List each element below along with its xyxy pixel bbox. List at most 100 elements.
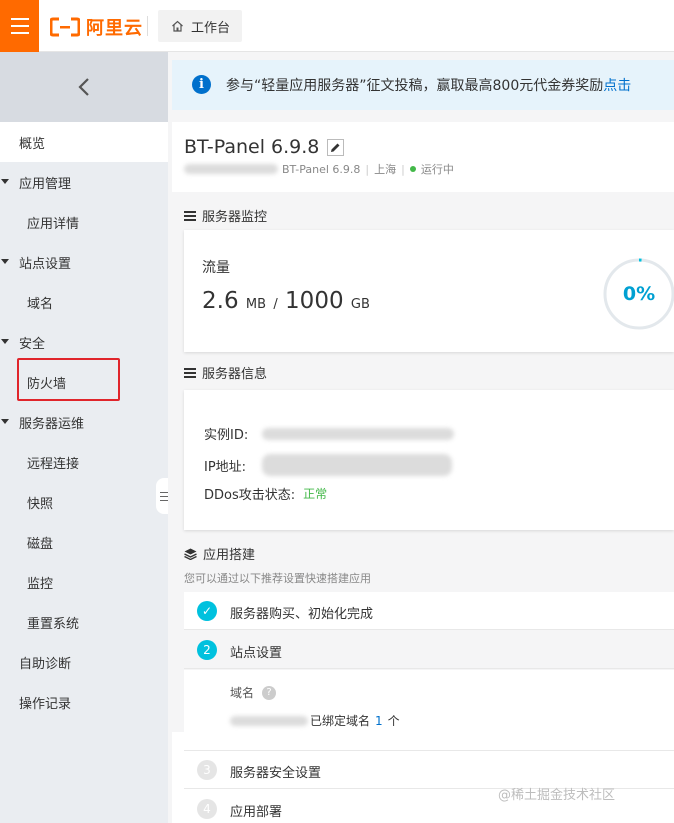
sidebar-item-label: 域名 <box>27 296 54 312</box>
sidebar-item-snapshot[interactable]: 快照 <box>0 482 168 522</box>
sidebar-item-label: 监控 <box>27 576 54 592</box>
sidebar-item-label: 安全 <box>19 336 46 352</box>
sidebar-item-label: 站点设置 <box>19 256 72 272</box>
sidebar-item-firewall[interactable]: 防火墙 <box>0 362 168 402</box>
ddos-row: DDos攻击状态: 正常 <box>204 484 327 503</box>
sidebar-group-site-settings[interactable]: 站点设置 <box>0 242 168 282</box>
sidebar-item-app-details[interactable]: 应用详情 <box>0 202 168 242</box>
running-status-dot-icon <box>409 166 416 172</box>
traffic-label: 流量 <box>202 260 230 276</box>
sidebar-back-button[interactable] <box>0 52 168 122</box>
traffic-separator: / <box>273 297 278 312</box>
promo-notice-banner: i 参与“轻量应用服务器”征文投稿，赢取最高800元代金券奖励点击 <box>172 60 674 110</box>
app-build-section-title: 应用搭建 <box>184 544 255 563</box>
traffic-total: 1000 <box>285 288 344 314</box>
instance-title-row: BT-Panel 6.9.8 <box>184 136 345 158</box>
aliyun-logo[interactable]: 阿里云 <box>50 14 143 40</box>
sidebar-item-reset-system[interactable]: 重置系统 <box>0 602 168 642</box>
usage-percent: 0% <box>623 283 655 305</box>
sidebar-item-overview[interactable]: 概览 <box>0 122 168 162</box>
sidebar-item-label: 应用管理 <box>19 176 72 192</box>
step-label: 应用部署 <box>230 805 283 820</box>
monitor-section-title: 服务器监控 <box>184 206 267 225</box>
traffic-used: 2.6 <box>202 288 239 314</box>
caret-down-icon <box>1 259 9 264</box>
step-label: 服务器购买、初始化完成 <box>230 607 374 622</box>
sidebar-item-disk[interactable]: 磁盘 <box>0 522 168 562</box>
caret-down-icon <box>1 179 9 184</box>
instance-title: BT-Panel 6.9.8 <box>184 136 320 158</box>
sidebar-group-security[interactable]: 安全 <box>0 322 168 362</box>
bound-domain-count[interactable]: 1 <box>375 714 383 728</box>
ip-row: IP地址: <box>204 454 453 476</box>
sidebar-item-label: 服务器运维 <box>19 416 85 432</box>
redacted-domain <box>230 715 308 726</box>
topbar-divider <box>147 16 148 36</box>
step-purchase-init[interactable]: ✓ 服务器购买、初始化完成 <box>184 592 674 630</box>
server-info-section-title: 服务器信息 <box>184 363 267 382</box>
step-number: 4 <box>197 799 217 819</box>
aliyun-logo-mark-icon <box>50 16 80 38</box>
list-icon <box>184 210 196 221</box>
ddos-label: DDos攻击状态: <box>204 488 296 503</box>
notice-link[interactable]: 点击 <box>603 78 631 94</box>
instance-meta: BT-Panel 6.9.8 | 上海 | 运行中 <box>184 160 454 178</box>
watermark: @稀土掘金技术社区 <box>498 788 616 803</box>
domain-detail: 域名 ? 已绑定域名 1 个 <box>184 670 674 751</box>
instance-region: 上海 <box>374 163 397 176</box>
instance-status: 运行中 <box>420 163 454 176</box>
step-label: 服务器安全设置 <box>230 766 322 781</box>
app-build-hint: 您可以通过以下推荐设置快速搭建应用 <box>184 572 371 585</box>
workbench-button[interactable]: 工作台 <box>158 10 242 42</box>
ip-label: IP地址: <box>204 459 247 475</box>
sidebar-item-label: 防火墙 <box>27 376 67 392</box>
traffic-value: 2.6 MB / 1000 GB <box>202 288 370 314</box>
redacted-ip-address <box>262 454 453 476</box>
workbench-label: 工作台 <box>191 20 231 36</box>
redacted-instance-id <box>262 427 455 440</box>
sidebar-item-label: 自助诊断 <box>19 656 72 672</box>
sidebar-group-server-ops[interactable]: 服务器运维 <box>0 402 168 442</box>
instance-panel: BT-Panel 6.9.8 BT-Panel 6.9.8 | 上海 | 运行中… <box>172 122 674 823</box>
sidebar-item-label: 操作记录 <box>19 696 72 712</box>
step-number: 3 <box>197 760 217 780</box>
instance-id-label: 实例ID: <box>204 428 249 443</box>
meta-separator: | <box>365 162 370 176</box>
sidebar-item-operation-log[interactable]: 操作记录 <box>0 682 168 722</box>
sidebar-item-label: 重置系统 <box>27 616 80 632</box>
sidebar-group-app-management[interactable]: 应用管理 <box>0 162 168 202</box>
traffic-total-unit: GB <box>350 297 370 312</box>
redacted-instance-name <box>184 164 278 174</box>
sidebar-item-remote-connect[interactable]: 远程连接 <box>0 442 168 482</box>
caret-down-icon <box>1 419 9 424</box>
step-site-settings[interactable]: 2 站点设置 <box>184 631 674 669</box>
step-number: 2 <box>197 640 217 660</box>
meta-separator: | <box>401 162 405 176</box>
sidebar-item-label: 磁盘 <box>27 536 54 552</box>
sidebar-item-domain[interactable]: 域名 <box>0 282 168 322</box>
layers-icon <box>184 548 197 560</box>
caret-down-icon <box>1 339 9 344</box>
sidebar-item-monitoring[interactable]: 监控 <box>0 562 168 602</box>
domain-label: 域名 <box>230 686 255 700</box>
bound-domain-suffix: 个 <box>387 714 400 728</box>
sidebar-item-self-diagnosis[interactable]: 自助诊断 <box>0 642 168 682</box>
monitor-title-text: 服务器监控 <box>202 210 268 225</box>
edit-pencil-icon[interactable] <box>327 138 345 156</box>
server-info-card: 实例ID: IP地址: DDos攻击状态: 正常 <box>184 390 674 530</box>
domain-count-row: 已绑定域名 1 个 <box>230 712 400 729</box>
sidebar: 概览 应用管理 应用详情 站点设置 域名 安全 防火墙 服务器运维 远程连接 快… <box>0 52 168 823</box>
check-icon: ✓ <box>197 601 217 621</box>
help-icon[interactable]: ? <box>262 685 277 700</box>
main-content: i 参与“轻量应用服务器”征文投稿，赢取最高800元代金券奖励点击 BT-Pan… <box>168 52 674 823</box>
traffic-card: 流量 2.6 MB / 1000 GB 0% <box>184 230 674 352</box>
top-bar: 阿里云 工作台 <box>0 0 674 52</box>
domain-label-row: 域名 ? <box>230 684 277 701</box>
app-build-title-text: 应用搭建 <box>203 548 256 563</box>
hamburger-menu-icon[interactable] <box>0 0 39 52</box>
brand-text: 阿里云 <box>86 18 143 39</box>
info-icon: i <box>192 75 211 94</box>
traffic-usage-gauge: 0% <box>603 258 674 330</box>
home-icon <box>172 20 183 32</box>
instance-id-row: 实例ID: <box>204 424 455 443</box>
